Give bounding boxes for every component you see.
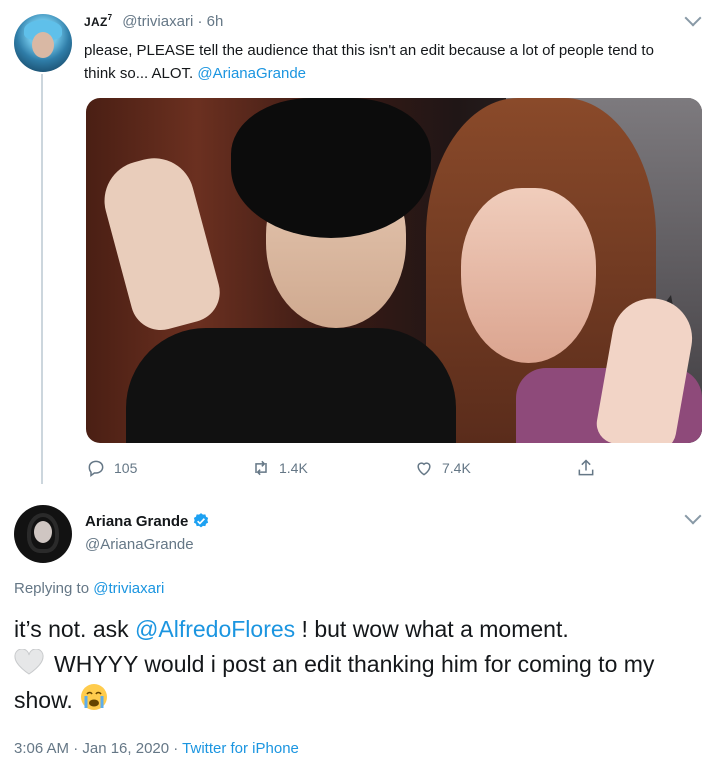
retweet-button[interactable]: 1.4K	[251, 455, 308, 481]
replying-handle-link[interactable]: @triviaxari	[93, 580, 164, 597]
verified-badge-icon	[194, 513, 209, 528]
author-name[interactable]: JAZ	[84, 15, 108, 29]
tweet-text-body: please, PLEASE tell the audience that th…	[84, 42, 654, 82]
tweet-timestamp[interactable]: 3:06 AM · Jan 16, 2020 ·	[14, 740, 182, 757]
retweet-count: 1.4K	[279, 460, 308, 476]
like-icon	[417, 462, 431, 476]
tweet-text-line1: it’s not. ask	[14, 616, 136, 642]
tweet-text-line1-end: ! but wow what a moment.	[295, 616, 569, 642]
mention-link[interactable]: @AlfredoFlores	[135, 616, 295, 642]
tweet-header: JAZ7 @triviaxari · 6h	[84, 13, 223, 30]
author-name-row: Ariana Grande	[85, 512, 210, 530]
mention-link[interactable]: @ArianaGrande	[197, 65, 306, 82]
tweet-time[interactable]: · 6h	[197, 13, 223, 30]
avatar[interactable]	[14, 505, 72, 563]
tweet-source-link[interactable]: Twitter for iPhone	[182, 740, 299, 757]
tweet-text: please, PLEASE tell the audience that th…	[84, 39, 684, 85]
white-heart-emoji	[14, 649, 44, 675]
author-name[interactable]: Ariana Grande	[85, 513, 188, 530]
like-button[interactable]: 7.4K	[414, 455, 471, 481]
author-name-superscript: 7	[107, 13, 113, 22]
retweet-icon	[255, 460, 267, 476]
tweet-photo[interactable]	[86, 98, 702, 443]
tweet-meta: 3:06 AM · Jan 16, 2020 · Twitter for iPh…	[14, 740, 299, 757]
chevron-down-icon[interactable]	[684, 507, 702, 525]
share-icon	[578, 459, 594, 476]
avatar[interactable]	[14, 14, 72, 72]
tweet-actions: 105 1.4K 7.4K	[86, 455, 616, 481]
tweet-text: it’s not. ask @AlfredoFlores ! but wow w…	[14, 612, 704, 718]
share-button[interactable]	[576, 455, 604, 481]
tweet-text-line2: WHYYY would i post an edit thanking him …	[14, 651, 655, 713]
replying-label: Replying to	[14, 580, 94, 597]
chevron-down-icon[interactable]	[684, 9, 702, 27]
like-count: 7.4K	[442, 460, 471, 476]
replying-to: Replying to @triviaxari	[14, 580, 164, 597]
reply-button[interactable]: 105	[86, 455, 137, 481]
reply-icon	[88, 460, 104, 477]
author-handle[interactable]: @ArianaGrande	[85, 536, 194, 553]
crying-face-emoji	[81, 684, 108, 710]
author-handle[interactable]: @triviaxari	[122, 13, 193, 30]
reply-count: 105	[114, 460, 138, 476]
thread-connector	[41, 74, 43, 484]
